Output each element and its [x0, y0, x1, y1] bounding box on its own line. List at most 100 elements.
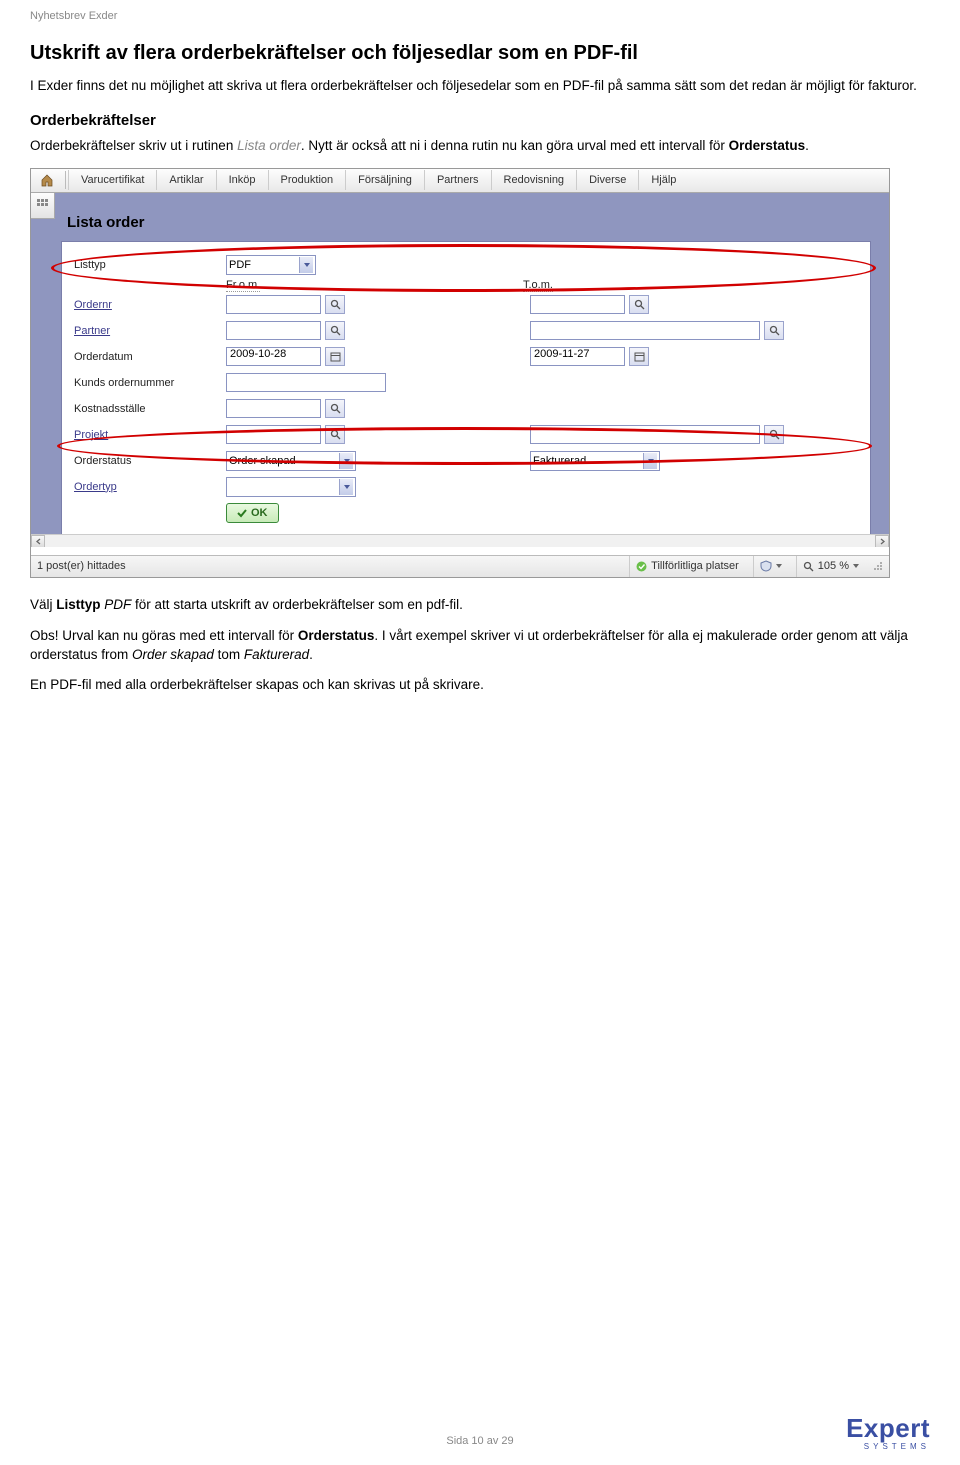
orderdatum-tom-input[interactable]: 2009-11-27 [530, 347, 625, 366]
projekt-input[interactable] [226, 425, 321, 444]
chevron-down-icon [776, 563, 782, 569]
orderdatum-from-input[interactable]: 2009-10-28 [226, 347, 321, 366]
section-paragraph: Orderbekräftelser skriv ut i rutinen Lis… [30, 137, 930, 156]
check-icon [237, 508, 247, 518]
section-heading: Orderbekräftelser [30, 112, 930, 129]
ordertyp-value [229, 481, 232, 493]
horizontal-scrollbar[interactable] [31, 534, 889, 547]
chevron-down-icon [299, 257, 313, 273]
zoom-control[interactable]: 105 % [796, 556, 865, 577]
chevron-down-icon [339, 479, 353, 495]
calendar-icon[interactable] [629, 347, 649, 366]
home-icon[interactable] [37, 170, 57, 190]
partner-from-input[interactable] [226, 321, 321, 340]
after-para-1: Välj Listtyp PDF för att starta utskrift… [30, 596, 930, 615]
kunds-input[interactable] [226, 373, 386, 392]
menu-varucertifikat[interactable]: Varucertifikat [68, 170, 156, 190]
ordernr-from-input[interactable] [226, 295, 321, 314]
menu-artiklar[interactable]: Artiklar [156, 170, 215, 190]
label-kostnad: Kostnadsställe [74, 403, 146, 415]
menu-hjalp[interactable]: Hjälp [638, 170, 688, 190]
orderstatus-from-value: Order skapad [229, 455, 296, 467]
text: Orderbekräftelser skriv ut i rutinen [30, 138, 237, 153]
page-footer: Sida 10 av 29 [0, 1435, 960, 1447]
label-orderstatus: Orderstatus [74, 455, 131, 467]
listtyp-value: PDF [229, 259, 251, 271]
text: . [309, 647, 313, 662]
chevron-right-icon[interactable] [875, 535, 889, 547]
chevron-down-icon [853, 563, 859, 569]
logo: Expert SYSTEMS [846, 1413, 930, 1451]
logo-text: Expert [846, 1413, 930, 1444]
search-icon[interactable] [764, 425, 784, 444]
after-para-2: Obs! Urval kan nu göras med ett interval… [30, 627, 930, 665]
zoom-value: 105 % [818, 560, 849, 572]
search-icon[interactable] [764, 321, 784, 340]
search-icon[interactable] [325, 425, 345, 444]
text: Obs! Urval kan nu göras med ett interval… [30, 628, 298, 643]
filter-form: Listtyp Ordernr Partner Orderdatum Kunds… [61, 241, 871, 537]
label-partner: Partner [74, 325, 110, 337]
bold-text: Orderstatus [298, 628, 375, 643]
italic-text: Fakturerad [244, 647, 309, 662]
chevron-down-icon [643, 453, 657, 469]
routine-link-text: Lista order [237, 138, 301, 153]
menu-partners[interactable]: Partners [424, 170, 491, 190]
label-ordernr: Ordernr [74, 299, 112, 311]
trusted-label: Tillförlitliga platser [651, 560, 739, 572]
trusted-sites: Tillförlitliga platser [629, 556, 745, 577]
text: för att starta utskrift av orderbekräfte… [131, 597, 463, 612]
menu-diverse[interactable]: Diverse [576, 170, 638, 190]
app-menubar: Varucertifikat Artiklar Inköp Produktion… [31, 169, 889, 193]
label-from: Fr.o.m. [226, 279, 260, 292]
separator [65, 171, 66, 189]
orderstatus-from-select[interactable]: Order skapad [226, 451, 356, 471]
chevron-down-icon [339, 453, 353, 469]
status-bar: 1 post(er) hittades Tillförlitliga plats… [31, 555, 889, 577]
page-title: Utskrift av flera orderbekräftelser och … [30, 42, 930, 65]
panel-title: Lista order [61, 214, 881, 231]
screenshot-frame: Varucertifikat Artiklar Inköp Produktion… [30, 168, 890, 578]
bold-text: Listtyp [56, 597, 100, 612]
ok-button[interactable]: OK [226, 503, 279, 523]
listtyp-select[interactable]: PDF [226, 255, 316, 275]
orderstatus-tom-value: Fakturerad [533, 455, 586, 467]
text: Välj [30, 597, 56, 612]
italic-text: PDF [104, 597, 131, 612]
text: tom [214, 647, 244, 662]
projekt-tom-input[interactable] [530, 425, 760, 444]
zoom-icon [803, 561, 814, 572]
keypad-icon[interactable] [31, 193, 55, 219]
doc-header: Nyhetsbrev Exder [30, 10, 930, 22]
protected-mode-icon [753, 556, 788, 577]
search-icon[interactable] [325, 399, 345, 418]
ok-label: OK [251, 507, 268, 519]
calendar-icon[interactable] [325, 347, 345, 366]
status-text: 1 post(er) hittades [37, 560, 126, 572]
ordernr-tom-input[interactable] [530, 295, 625, 314]
partner-tom-input[interactable] [530, 321, 760, 340]
label-projekt: Projekt [74, 429, 108, 441]
kostnad-input[interactable] [226, 399, 321, 418]
ordertyp-select[interactable] [226, 477, 356, 497]
search-icon[interactable] [325, 321, 345, 340]
screenshot-body: Varucertifikat Artiklar Inköp Produktion… [31, 169, 889, 547]
text: . Nytt är också att ni i denna rutin nu … [301, 138, 729, 153]
label-orderdatum: Orderdatum [74, 351, 133, 363]
menu-forsaljning[interactable]: Försäljning [345, 170, 424, 190]
label-listtyp: Listtyp [74, 259, 106, 271]
menu-redovisning[interactable]: Redovisning [491, 170, 577, 190]
search-icon[interactable] [325, 295, 345, 314]
orderstatus-tom-select[interactable]: Fakturerad [530, 451, 660, 471]
menu-produktion[interactable]: Produktion [268, 170, 346, 190]
logo-sub: SYSTEMS [864, 1442, 930, 1451]
menu-inkop[interactable]: Inköp [216, 170, 268, 190]
lista-order-panel: Lista order Listtyp Ordernr Partner Orde… [61, 214, 881, 534]
after-para-3: En PDF-fil med alla orderbekräftelser sk… [30, 676, 930, 695]
label-ordertyp: Ordertyp [74, 481, 117, 493]
italic-text: Order skapad [132, 647, 214, 662]
check-icon [636, 561, 647, 572]
search-icon[interactable] [629, 295, 649, 314]
bold-text: Orderstatus [729, 138, 806, 153]
chevron-left-icon[interactable] [31, 535, 45, 547]
